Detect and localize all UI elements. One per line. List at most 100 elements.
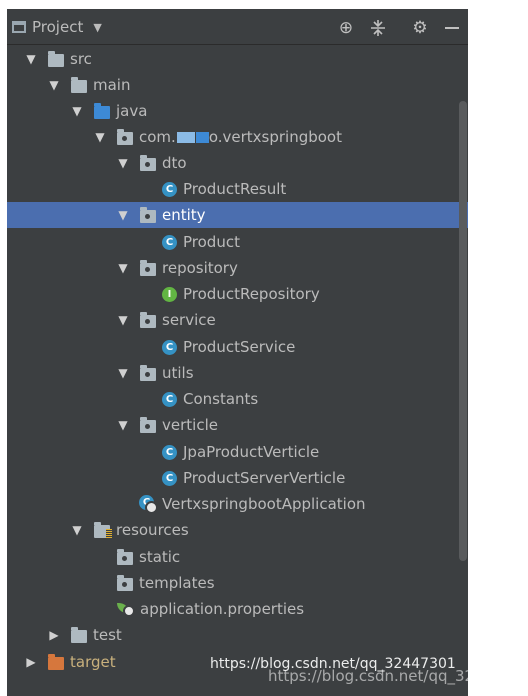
node-label: dto <box>162 154 187 172</box>
project-window-icon <box>12 21 26 33</box>
interface-icon: I <box>162 286 177 302</box>
tree-node-service[interactable]: ▼ service <box>7 307 468 333</box>
watermark-text-faded: https://blog.csdn.net/qq_32447301 <box>268 667 528 685</box>
expand-arrow-icon[interactable]: ▼ <box>117 366 129 380</box>
node-label: entity <box>162 206 206 224</box>
project-title: Project <box>32 18 84 36</box>
node-label: test <box>93 626 122 644</box>
tree-node-application-properties[interactable]: application.properties <box>7 596 468 622</box>
package-icon <box>140 416 156 433</box>
class-icon: C <box>162 444 177 460</box>
source-folder-icon <box>94 102 110 119</box>
node-label: JpaProductVerticle <box>183 443 320 461</box>
expand-arrow-icon[interactable]: ▶ <box>25 655 37 669</box>
node-label: src <box>70 50 92 68</box>
node-label: java <box>116 102 148 120</box>
tree-node-main[interactable]: ▼ main <box>7 72 468 98</box>
redaction-block <box>195 131 209 143</box>
expand-arrow-icon[interactable]: ▼ <box>71 523 83 537</box>
spring-boot-class-icon: C <box>139 495 158 514</box>
node-label: ProductResult <box>183 180 287 198</box>
tree-node-productserververticle[interactable]: C ProductServerVerticle <box>7 465 468 491</box>
expand-arrow-icon[interactable]: ▼ <box>71 104 83 118</box>
class-icon: C <box>162 391 177 407</box>
package-icon <box>117 128 133 145</box>
folder-icon <box>48 50 64 67</box>
folder-icon <box>117 548 133 565</box>
project-tool-window: Project ▼ ⊕ ⚙ ▼ src ▼ main ▼ java ▼ com.… <box>7 9 468 696</box>
tree-node-verticle[interactable]: ▼ verticle <box>7 412 468 438</box>
class-icon: C <box>162 181 177 197</box>
expand-arrow-icon[interactable]: ▼ <box>117 418 129 432</box>
node-label: templates <box>139 574 215 592</box>
package-suffix: o.vertxspringboot <box>208 128 342 146</box>
project-view-selector[interactable]: Project ▼ <box>12 17 102 37</box>
project-tree: ▼ src ▼ main ▼ java ▼ com. o.vertxspring… <box>7 45 468 696</box>
tree-node-jpaproductverticle[interactable]: C JpaProductVerticle <box>7 439 468 465</box>
package-prefix: com. <box>139 128 176 146</box>
redaction-block <box>176 131 195 143</box>
node-label: main <box>93 76 131 94</box>
tree-node-dto[interactable]: ▼ dto <box>7 150 468 176</box>
tree-node-utils[interactable]: ▼ utils <box>7 360 468 386</box>
chevron-down-icon[interactable]: ▼ <box>93 21 101 34</box>
tree-node-package[interactable]: ▼ com. o.vertxspringboot <box>7 124 468 150</box>
tree-node-templates[interactable]: templates <box>7 570 468 596</box>
folder-icon <box>71 76 87 93</box>
package-icon <box>140 206 156 223</box>
tree-node-java[interactable]: ▼ java <box>7 98 468 124</box>
node-label: service <box>162 311 216 329</box>
node-label: resources <box>116 521 189 539</box>
node-label: ProductRepository <box>183 285 320 303</box>
node-label: Product <box>183 233 240 251</box>
node-label: target <box>70 653 116 671</box>
expand-arrow-icon[interactable]: ▼ <box>117 261 129 275</box>
node-label: ProductService <box>183 338 296 356</box>
tree-node-entity[interactable]: ▼ entity <box>7 202 468 228</box>
gear-icon[interactable]: ⚙ <box>409 17 431 39</box>
node-label: VertxspringbootApplication <box>162 495 366 513</box>
folder-icon <box>117 574 133 591</box>
tree-node-product[interactable]: C Product <box>7 229 468 255</box>
expand-arrow-icon[interactable]: ▼ <box>48 78 60 92</box>
expand-arrow-icon[interactable]: ▼ <box>117 208 129 222</box>
tree-node-productservice[interactable]: C ProductService <box>7 334 468 360</box>
class-icon: C <box>162 339 177 355</box>
properties-file-icon <box>117 601 135 617</box>
node-label: Constants <box>183 390 259 408</box>
tree-node-repository[interactable]: ▼ repository <box>7 255 468 281</box>
minimize-icon[interactable] <box>441 17 463 39</box>
package-icon <box>140 259 156 276</box>
node-label: utils <box>162 364 194 382</box>
resources-folder-icon <box>94 521 112 538</box>
vertical-scrollbar[interactable] <box>459 101 467 561</box>
expand-arrow-icon[interactable]: ▶ <box>48 628 60 642</box>
package-icon <box>140 311 156 328</box>
node-label: ProductServerVerticle <box>183 469 346 487</box>
tree-node-static[interactable]: static <box>7 544 468 570</box>
tree-node-productresult[interactable]: C ProductResult <box>7 176 468 202</box>
collapse-all-icon[interactable] <box>367 17 389 39</box>
package-icon <box>140 154 156 171</box>
tree-node-productrepository[interactable]: I ProductRepository <box>7 281 468 307</box>
tree-node-application-class[interactable]: C VertxspringbootApplication <box>7 491 468 517</box>
folder-icon <box>71 626 87 643</box>
package-icon <box>140 364 156 381</box>
crosshair-icon[interactable]: ⊕ <box>335 17 357 39</box>
node-label: static <box>139 548 181 566</box>
tree-node-resources[interactable]: ▼ resources <box>7 517 468 543</box>
excluded-folder-icon <box>48 653 64 670</box>
tree-node-test[interactable]: ▶ test <box>7 622 468 648</box>
tree-node-constants[interactable]: C Constants <box>7 386 468 412</box>
expand-arrow-icon[interactable]: ▼ <box>94 130 106 144</box>
expand-arrow-icon[interactable]: ▼ <box>117 313 129 327</box>
expand-arrow-icon[interactable]: ▼ <box>117 156 129 170</box>
expand-arrow-icon[interactable]: ▼ <box>25 52 37 66</box>
tree-node-src[interactable]: ▼ src <box>7 46 468 72</box>
project-header: Project ▼ ⊕ ⚙ <box>7 9 468 45</box>
node-label: verticle <box>162 416 218 434</box>
class-icon: C <box>162 234 177 250</box>
node-label: application.properties <box>140 600 305 618</box>
class-icon: C <box>162 470 177 486</box>
node-label: repository <box>162 259 238 277</box>
